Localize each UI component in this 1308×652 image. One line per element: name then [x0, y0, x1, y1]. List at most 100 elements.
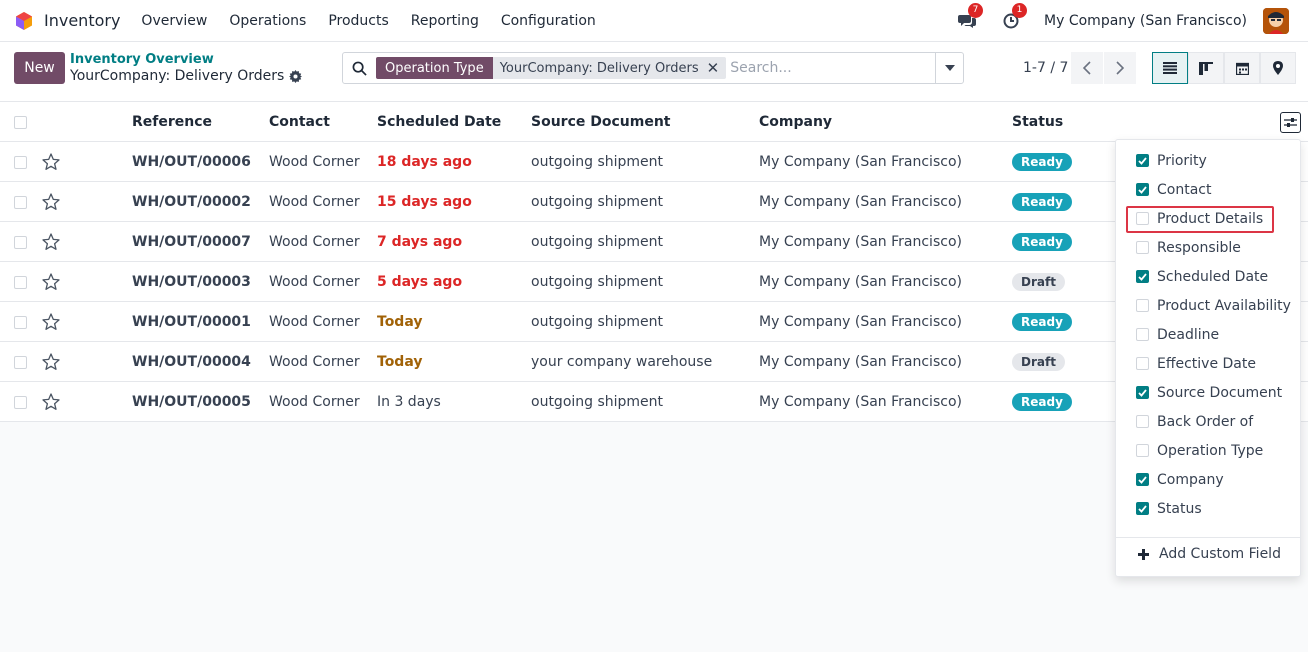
status-badge: Ready: [1012, 153, 1072, 171]
cell-scheduled-date: 5 days ago: [377, 274, 463, 290]
column-option-effective-date[interactable]: Effective Date: [1136, 349, 1256, 378]
unchecked-checkbox[interactable]: [1136, 357, 1149, 370]
unchecked-checkbox[interactable]: [1136, 444, 1149, 457]
column-option-deadline[interactable]: Deadline: [1136, 320, 1219, 349]
column-option-product-availability[interactable]: Product Availability: [1136, 291, 1291, 320]
column-option-contact[interactable]: Contact: [1136, 175, 1211, 204]
column-option-responsible[interactable]: Responsible: [1136, 233, 1241, 262]
pager-value[interactable]: 1-7 / 7: [1023, 60, 1068, 76]
checked-checkbox[interactable]: [1136, 183, 1149, 196]
cell-reference: WH/OUT/00005: [132, 394, 251, 410]
table-row[interactable]: WH/OUT/00004 Wood Corner Today your company…: [0, 342, 1308, 382]
table-row[interactable]: WH/OUT/00007 Wood Corner 7 days ago outgoin…: [0, 222, 1308, 262]
pager-next-button[interactable]: [1104, 52, 1136, 84]
row-checkbox[interactable]: [14, 342, 27, 382]
column-header-scheduled-date[interactable]: Scheduled Date: [377, 102, 501, 142]
cell-status: Draft: [1012, 342, 1065, 382]
star-icon[interactable]: [42, 142, 60, 182]
column-option-scheduled-date[interactable]: Scheduled Date: [1136, 262, 1268, 291]
unchecked-checkbox[interactable]: [1136, 241, 1149, 254]
gear-icon[interactable]: [289, 69, 303, 83]
column-option-priority[interactable]: Priority: [1136, 146, 1207, 175]
kanban-view-button[interactable]: [1188, 52, 1224, 84]
cell-status: Draft: [1012, 262, 1065, 302]
column-option-label: Company: [1157, 471, 1224, 488]
list-view-button[interactable]: [1152, 52, 1188, 84]
company-switcher[interactable]: My Company (San Francisco): [1044, 13, 1247, 29]
select-all-checkbox[interactable]: [14, 102, 27, 142]
checked-checkbox[interactable]: [1136, 502, 1149, 515]
pager-previous-button[interactable]: [1071, 52, 1103, 84]
column-option-status[interactable]: Status: [1136, 494, 1202, 523]
close-icon[interactable]: ✕: [707, 59, 720, 77]
checked-checkbox[interactable]: [1136, 270, 1149, 283]
checked-checkbox[interactable]: [1136, 386, 1149, 399]
column-header-reference[interactable]: Reference: [132, 102, 212, 142]
checked-checkbox[interactable]: [1136, 473, 1149, 486]
star-icon[interactable]: [42, 342, 60, 382]
list-header: Reference Contact Scheduled Date Source …: [0, 102, 1308, 142]
add-custom-field-button[interactable]: Add Custom Field: [1138, 542, 1281, 566]
column-header-contact[interactable]: Contact: [269, 102, 330, 142]
new-button[interactable]: New: [14, 52, 65, 84]
app-name[interactable]: Inventory: [44, 11, 120, 30]
column-header-status[interactable]: Status: [1012, 102, 1063, 142]
table-row[interactable]: WH/OUT/00006 Wood Corner 18 days ago outgoi…: [0, 142, 1308, 182]
table-row[interactable]: WH/OUT/00001 Wood Corner Today outgoing shi…: [0, 302, 1308, 342]
status-badge: Draft: [1012, 273, 1065, 291]
cell-company: My Company (San Francisco): [759, 274, 962, 290]
search-input[interactable]: [730, 60, 935, 76]
unchecked-checkbox[interactable]: [1136, 328, 1149, 341]
cell-status: Ready: [1012, 222, 1072, 262]
checked-checkbox[interactable]: [1136, 154, 1149, 167]
highlight-box: [1126, 206, 1274, 233]
map-view-button[interactable]: [1260, 52, 1296, 84]
user-avatar[interactable]: [1263, 8, 1289, 34]
activities-count-badge: 1: [1012, 3, 1028, 18]
breadcrumb-inventory-overview[interactable]: Inventory Overview: [70, 52, 214, 67]
row-checkbox[interactable]: [14, 142, 27, 182]
column-option-label: Scheduled Date: [1157, 268, 1269, 285]
activities-button[interactable]: 1: [1000, 3, 1028, 32]
column-option-source-document[interactable]: Source Document: [1136, 378, 1282, 407]
list-icon: [1163, 62, 1177, 74]
column-option-company[interactable]: Company: [1136, 465, 1224, 494]
column-option-label: Responsible: [1157, 239, 1241, 256]
menu-overview[interactable]: Overview: [141, 13, 207, 29]
column-header-company[interactable]: Company: [759, 102, 832, 142]
status-badge: Ready: [1012, 193, 1072, 211]
table-row[interactable]: WH/OUT/00005 Wood Corner In 3 days outgoing…: [0, 382, 1308, 422]
top-navbar: Inventory Overview Operations Products R…: [0, 0, 1308, 42]
menu-products[interactable]: Products: [328, 13, 388, 29]
row-checkbox[interactable]: [14, 262, 27, 302]
star-icon[interactable]: [42, 262, 60, 302]
row-checkbox[interactable]: [14, 382, 27, 422]
menu-reporting[interactable]: Reporting: [411, 13, 479, 29]
cell-scheduled-date: In 3 days: [377, 394, 441, 410]
star-icon[interactable]: [42, 382, 60, 422]
messages-button[interactable]: 7: [956, 3, 984, 32]
column-option-operation-type[interactable]: Operation Type: [1136, 436, 1263, 465]
inventory-app-icon[interactable]: [14, 11, 34, 31]
calendar-view-button[interactable]: [1224, 52, 1260, 84]
cell-source-document: outgoing shipment: [531, 274, 664, 290]
star-icon[interactable]: [42, 182, 60, 222]
row-checkbox[interactable]: [14, 302, 27, 342]
table-row[interactable]: WH/OUT/00003 Wood Corner 5 days ago outgoin…: [0, 262, 1308, 302]
column-header-source-document[interactable]: Source Document: [531, 102, 671, 142]
cell-source-document: outgoing shipment: [531, 234, 664, 250]
menu-configuration[interactable]: Configuration: [501, 13, 596, 29]
column-option-back-order-of[interactable]: Back Order of: [1136, 407, 1253, 436]
unchecked-checkbox[interactable]: [1136, 299, 1149, 312]
cell-contact: Wood Corner: [269, 274, 360, 290]
search-options-toggle[interactable]: [935, 53, 963, 83]
star-icon[interactable]: [42, 302, 60, 342]
optional-columns-toggle[interactable]: [1280, 112, 1301, 133]
unchecked-checkbox[interactable]: [1136, 415, 1149, 428]
row-checkbox[interactable]: [14, 182, 27, 222]
caret-down-icon: [944, 65, 955, 71]
star-icon[interactable]: [42, 222, 60, 262]
row-checkbox[interactable]: [14, 222, 27, 262]
table-row[interactable]: WH/OUT/00002 Wood Corner 15 days ago outgoi…: [0, 182, 1308, 222]
menu-operations[interactable]: Operations: [229, 13, 306, 29]
